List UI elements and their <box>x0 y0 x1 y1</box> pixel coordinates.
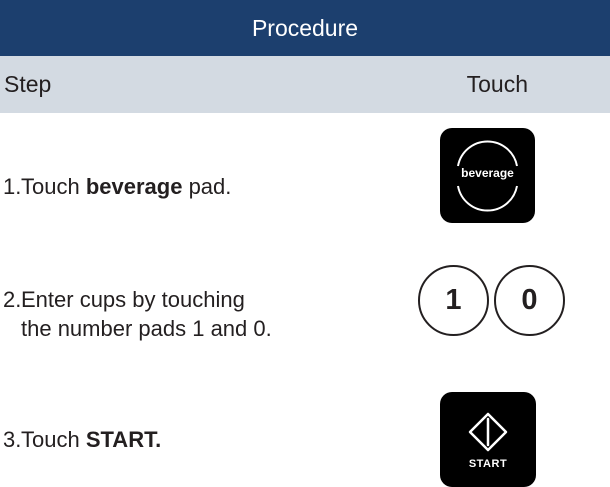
step-2-line1: Enter cups by touching <box>21 287 245 312</box>
step-3-bold: START. <box>85 427 162 452</box>
start-pad-label: START <box>468 458 508 470</box>
step-1-text-after: pad. <box>182 174 232 199</box>
step-2-line2: the number pads 1 and 0. <box>21 316 272 341</box>
step-3-text-before: Touch <box>21 427 86 452</box>
column-header-row: Step Touch <box>0 56 610 113</box>
step-1: 1.Touch beverage pad. <box>3 172 231 201</box>
procedure-header: Procedure <box>0 0 610 56</box>
step-1-text-before: Touch <box>21 174 86 199</box>
step-1-bold: beverage <box>85 174 183 199</box>
start-pad-button[interactable]: START <box>440 392 536 487</box>
touch-column-label: Touch <box>466 71 528 97</box>
number-pad-0[interactable]: 0 <box>494 265 565 336</box>
step-column-label: Step <box>4 71 52 97</box>
step-2: 2.Enter cups by touching the number pads… <box>3 285 272 343</box>
step-3: 3.Touch START. <box>3 425 161 454</box>
number-pad-0-label: 0 <box>521 284 538 316</box>
beverage-pad-label: beverage <box>461 166 514 180</box>
step-3-number: 3. <box>3 427 22 452</box>
number-pad-1-label: 1 <box>445 284 462 316</box>
procedure-title: Procedure <box>251 14 359 41</box>
number-pad-1[interactable]: 1 <box>418 265 489 336</box>
step-2-number: 2. <box>3 287 22 312</box>
start-diamond-icon <box>468 412 508 452</box>
step-1-number: 1. <box>3 174 22 199</box>
beverage-pad-button[interactable]: beverage <box>440 128 535 223</box>
